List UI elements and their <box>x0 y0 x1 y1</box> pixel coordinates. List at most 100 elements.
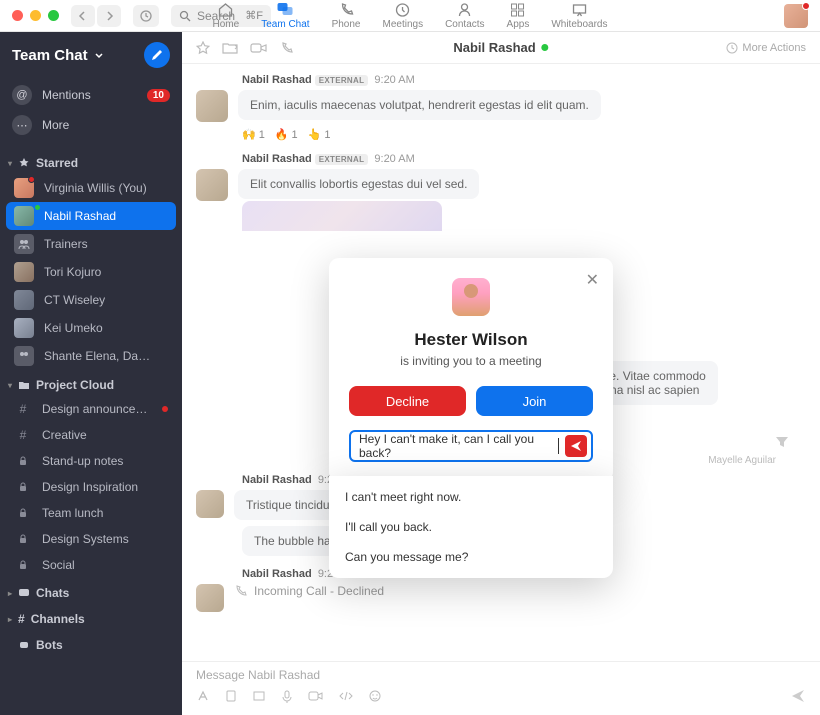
project-lunch[interactable]: Team lunch <box>0 500 182 526</box>
section-chats[interactable]: ▸Chats <box>0 578 182 604</box>
project-design-announcements[interactable]: #Design announcements <box>0 396 182 422</box>
mentions-badge: 10 <box>147 89 170 102</box>
close-window[interactable] <box>12 10 23 21</box>
code-icon[interactable] <box>338 689 354 703</box>
composer-placeholder: Message Nabil Rashad <box>196 666 806 684</box>
project-inspiration[interactable]: Design Inspiration <box>0 474 182 500</box>
starred-item-kei[interactable]: Kei Umeko <box>0 314 182 342</box>
close-icon[interactable]: ✕ <box>586 270 599 290</box>
starred-item-ct[interactable]: CT Wiseley <box>0 286 182 314</box>
star-outline-icon[interactable] <box>196 41 210 55</box>
tab-meetings[interactable]: Meetings <box>382 2 423 30</box>
project-creative[interactable]: #Creative <box>0 422 182 448</box>
screenshot-icon[interactable] <box>252 689 266 703</box>
invite-subtitle: is inviting you to a meeting <box>349 354 593 368</box>
starred-item-virginia[interactable]: Virginia Willis (You) <box>0 174 182 202</box>
attach-icon[interactable] <box>224 689 238 703</box>
lock-icon <box>14 478 32 496</box>
tab-team-chat[interactable]: Team Chat <box>261 2 309 30</box>
send-reply-button[interactable] <box>565 435 587 457</box>
clock-icon <box>394 2 412 18</box>
decline-button[interactable]: Decline <box>349 386 466 416</box>
suggestion-item[interactable]: I'll call you back. <box>329 512 613 542</box>
minimize-window[interactable] <box>30 10 41 21</box>
starred-item-tori[interactable]: Tori Kojuro <box>0 258 182 286</box>
section-project-cloud[interactable]: ▾Project Cloud <box>0 370 182 396</box>
reactions[interactable]: 🙌 1🔥 1👆 1 <box>242 128 806 141</box>
search-icon <box>179 10 191 22</box>
conversation-header: Nabil Rashad More Actions <box>182 32 820 64</box>
tab-whiteboards[interactable]: Whiteboards <box>551 2 607 30</box>
mic-icon[interactable] <box>280 689 294 703</box>
send-icon[interactable] <box>790 688 806 704</box>
more-actions[interactable]: More Actions <box>726 42 806 54</box>
avatar <box>196 90 228 122</box>
whiteboard-icon <box>570 2 588 18</box>
chat-icon <box>276 2 294 18</box>
call-declined-icon <box>234 584 248 598</box>
starred-item-nabil[interactable]: Nabil Rashad <box>6 202 176 230</box>
image-preview[interactable] <box>242 201 442 231</box>
avatar <box>196 584 224 612</box>
lock-icon <box>14 556 32 574</box>
lock-icon <box>14 530 32 548</box>
chevron-down-icon <box>94 50 104 60</box>
nav-forward[interactable] <box>97 5 121 27</box>
more-icon: ⋯ <box>12 115 32 135</box>
starred-item-trainers[interactable]: Trainers <box>0 230 182 258</box>
sidebar-mentions[interactable]: @ Mentions 10 <box>0 80 182 110</box>
chat-icon <box>18 587 30 599</box>
bot-icon <box>18 639 30 651</box>
project-design-systems[interactable]: Design Systems <box>0 526 182 552</box>
video-icon[interactable] <box>250 41 268 55</box>
zoom-window[interactable] <box>48 10 59 21</box>
format-icon[interactable] <box>196 689 210 703</box>
composer[interactable]: Message Nabil Rashad <box>182 661 820 715</box>
section-channels[interactable]: ▸#Channels <box>0 604 182 630</box>
main-panel: Nabil Rashad More Actions Nabil Rashad E… <box>182 32 820 715</box>
window-controls <box>12 10 59 21</box>
section-starred[interactable]: ▾Starred <box>0 148 182 174</box>
reply-input[interactable]: Hey I can't make it, can I call you back… <box>349 430 593 462</box>
profile-avatar[interactable] <box>784 4 808 28</box>
project-standup[interactable]: Stand-up notes <box>0 448 182 474</box>
avatar <box>196 169 228 201</box>
history-button[interactable] <box>133 5 159 27</box>
lock-icon <box>14 452 32 470</box>
hash-icon: # <box>14 400 32 418</box>
caller-avatar <box>452 278 490 316</box>
join-button[interactable]: Join <box>476 386 593 416</box>
suggestion-item[interactable]: Can you message me? <box>329 542 613 572</box>
phone-icon[interactable] <box>280 41 294 55</box>
suggestion-item[interactable]: I can't meet right now. <box>329 482 613 512</box>
tab-phone[interactable]: Phone <box>332 2 361 30</box>
meeting-invite-modal: ✕ Hester Wilson is inviting you to a mee… <box>329 258 613 482</box>
apps-icon <box>509 2 527 18</box>
contacts-icon <box>456 2 474 18</box>
nav-back[interactable] <box>71 5 95 27</box>
filter-icon[interactable] <box>774 434 790 450</box>
emoji-icon[interactable] <box>368 689 382 703</box>
phone-icon <box>337 2 355 18</box>
video-icon[interactable] <box>308 689 324 703</box>
tab-apps[interactable]: Apps <box>507 2 530 30</box>
caret <box>558 438 559 454</box>
section-bots[interactable]: ▸Bots <box>0 630 182 656</box>
project-social[interactable]: Social <box>0 552 182 578</box>
lock-icon <box>14 504 32 522</box>
folder-outline-icon[interactable] <box>222 41 238 55</box>
starred-item-group[interactable]: Shante Elena, Daniel Bow... <box>0 342 182 370</box>
at-icon: @ <box>12 85 32 105</box>
tab-home[interactable]: Home <box>213 2 240 30</box>
star-icon <box>18 157 30 169</box>
avatar <box>196 490 224 518</box>
tab-contacts[interactable]: Contacts <box>445 2 484 30</box>
folder-icon <box>18 379 30 391</box>
presence-dot <box>542 44 549 51</box>
home-icon <box>217 2 235 18</box>
message-bubble: Enim, iaculis maecenas volutpat, hendrer… <box>238 90 601 120</box>
sidebar-title[interactable]: Team Chat <box>12 47 104 64</box>
sidebar-more[interactable]: ⋯ More <box>0 110 182 140</box>
sidebar: Team Chat @ Mentions 10 ⋯ More ▾Starred … <box>0 32 182 715</box>
compose-button[interactable] <box>144 42 170 68</box>
